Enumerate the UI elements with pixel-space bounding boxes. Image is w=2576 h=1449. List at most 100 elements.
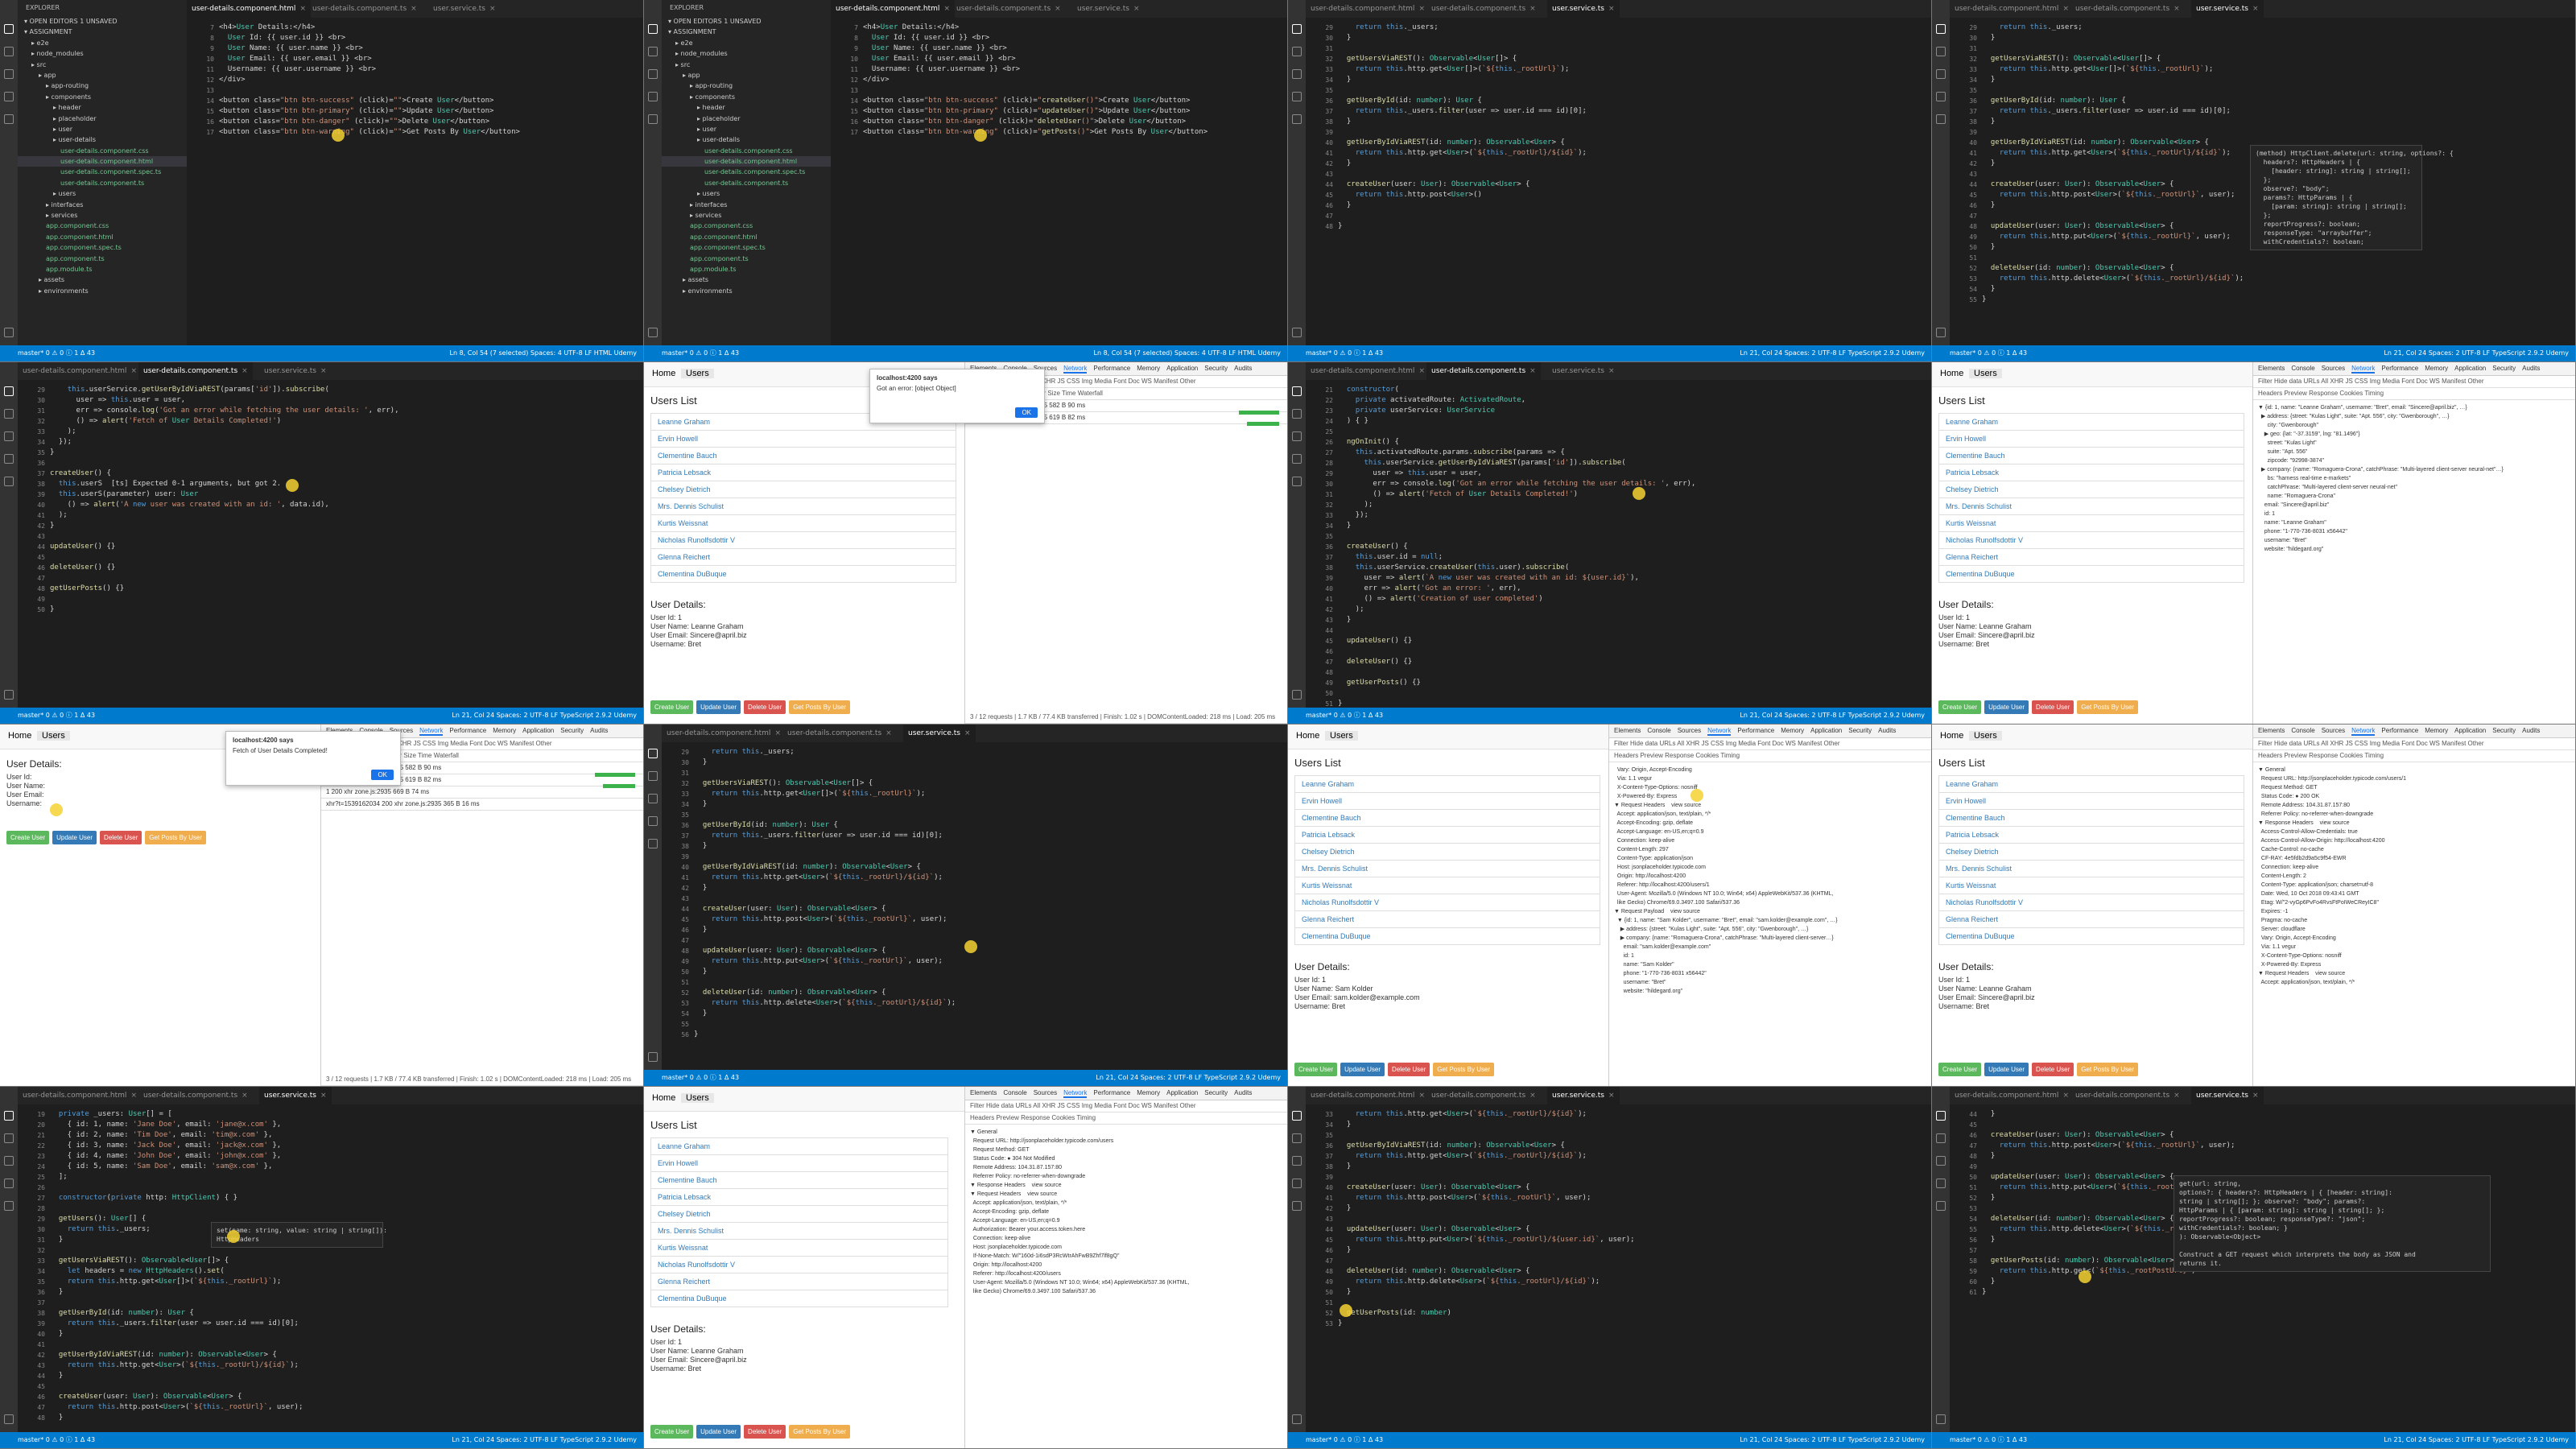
files-icon[interactable] <box>4 24 14 34</box>
user-list-item[interactable]: Nicholas Runolfsdottir V <box>650 532 956 549</box>
source-control-icon[interactable] <box>1936 69 1946 79</box>
close-icon[interactable]: × <box>2174 1092 2180 1100</box>
delete-user-button[interactable]: Delete User <box>100 831 142 844</box>
devtools-tab[interactable]: Elements <box>2258 365 2285 372</box>
code-editor[interactable]: 29 30 31 32 33 34 35 36 37 38 39 40 41 4… <box>1306 18 1931 345</box>
debug-icon[interactable] <box>4 92 14 101</box>
code-text[interactable]: return this._users; } getUsersViaREST():… <box>694 747 1282 1040</box>
close-icon[interactable]: × <box>2174 5 2180 13</box>
status-branch[interactable]: master* 0 ⚠ 0 ⓘ 1 Δ 43 <box>18 1432 95 1448</box>
source-control-icon[interactable] <box>1936 1156 1946 1166</box>
delete-user-button[interactable]: Delete User <box>744 700 786 714</box>
user-list-item[interactable]: Kurtis Weissnat <box>1294 877 1600 894</box>
search-icon[interactable] <box>4 409 14 419</box>
gear-icon[interactable] <box>648 328 658 337</box>
user-list-item[interactable]: Chelsey Dietrich <box>1938 481 2244 498</box>
user-list-item[interactable]: Chelsey Dietrich <box>1938 844 2244 861</box>
nav-home[interactable]: Home <box>652 369 675 378</box>
close-icon[interactable]: × <box>299 5 306 13</box>
search-icon[interactable] <box>1936 1133 1946 1143</box>
folder-item[interactable]: ▸ node_modules <box>18 48 187 59</box>
file-item[interactable]: app.component.spec.ts <box>662 242 831 253</box>
tab-html[interactable]: user-details.component.html × <box>18 1087 142 1104</box>
file-item[interactable]: user-details.component.css <box>18 146 187 156</box>
search-icon[interactable] <box>4 47 14 56</box>
extensions-icon[interactable] <box>4 114 14 124</box>
devtools-tab[interactable]: Application <box>2454 727 2486 734</box>
user-list-item[interactable]: Nicholas Runolfsdottir V <box>1938 532 2244 549</box>
devtools-tab[interactable]: Network <box>1707 727 1732 736</box>
devtools-tab[interactable]: Application <box>1166 365 1198 372</box>
close-icon[interactable]: × <box>1418 5 1425 13</box>
file-item[interactable]: app.component.spec.ts <box>18 242 187 253</box>
tab-service[interactable]: user.service.ts × <box>259 362 332 380</box>
user-list-item[interactable]: Clementine Bauch <box>1938 448 2244 464</box>
folder-item[interactable]: ▸ environments <box>662 286 831 296</box>
folder-item[interactable]: ▸ services <box>662 210 831 221</box>
close-icon[interactable]: × <box>489 5 496 13</box>
user-list-item[interactable]: Clementine Bauch <box>650 448 956 464</box>
close-icon[interactable]: × <box>1133 5 1140 13</box>
devtools-tab[interactable]: Console <box>1003 1089 1026 1096</box>
folder-item[interactable]: ▸ interfaces <box>662 200 831 210</box>
close-icon[interactable]: × <box>1055 5 1061 13</box>
code-editor[interactable]: 21 22 23 24 25 26 27 28 29 30 31 32 33 3… <box>1306 380 1931 708</box>
search-icon[interactable] <box>648 47 658 56</box>
tab-service[interactable]: user.service.ts × <box>1072 0 1145 18</box>
delete-user-button[interactable]: Delete User <box>2032 1063 2074 1076</box>
search-icon[interactable] <box>1292 47 1302 56</box>
user-list-item[interactable]: Clementine Bauch <box>650 1172 948 1189</box>
request-subtabs[interactable]: Headers Preview Response Cookies Timing <box>2253 388 2575 400</box>
code-text[interactable]: private _users: User[] = [ { id: 1, name… <box>50 1109 638 1423</box>
extensions-icon[interactable] <box>4 477 14 486</box>
close-icon[interactable]: × <box>320 367 327 375</box>
files-icon[interactable] <box>648 749 658 758</box>
create-user-button[interactable]: Create User <box>1294 1063 1338 1076</box>
get-posts-button[interactable]: Get Posts By User <box>145 831 207 844</box>
extensions-icon[interactable] <box>1292 114 1302 124</box>
debug-icon[interactable] <box>4 1179 14 1188</box>
extensions-icon[interactable] <box>1292 1201 1302 1211</box>
user-list-item[interactable]: Patricia Lebsack <box>650 464 956 481</box>
file-item[interactable]: app.component.html <box>662 232 831 242</box>
user-list-item[interactable]: Ervin Howell <box>1294 793 1600 810</box>
close-icon[interactable]: × <box>242 367 248 375</box>
tab-ts[interactable]: user-details.component.ts × <box>138 1087 253 1104</box>
open-editors-header[interactable]: ▾ OPEN EDITORS 1 UNSAVED <box>662 16 831 27</box>
close-icon[interactable]: × <box>2062 5 2069 13</box>
user-list-item[interactable]: Leanne Graham <box>1294 775 1600 793</box>
nav-home[interactable]: Home <box>1940 731 1963 741</box>
debug-icon[interactable] <box>1292 92 1302 101</box>
status-position[interactable]: Ln 21, Col 24 Spaces: 2 UTF-8 LF TypeScr… <box>452 708 637 724</box>
status-branch[interactable]: master* 0 ⚠ 0 ⓘ 1 Δ 43 <box>18 345 95 361</box>
folder-item[interactable]: ▸ user-details <box>18 134 187 145</box>
close-icon[interactable]: × <box>2252 1092 2259 1100</box>
close-icon[interactable]: × <box>1418 1092 1425 1100</box>
user-list-item[interactable]: Ervin Howell <box>650 431 956 448</box>
network-row[interactable]: 1 200 xhr zone.js:2935 669 B 74 ms <box>321 786 643 799</box>
tab-html[interactable]: user-details.component.html × <box>1306 0 1430 18</box>
user-list-item[interactable]: Patricia Lebsack <box>1938 464 2244 481</box>
file-item[interactable]: user-details.component.css <box>662 146 831 156</box>
update-user-button[interactable]: Update User <box>1984 700 2029 714</box>
user-list-item[interactable]: Mrs. Dennis Schulist <box>650 498 956 515</box>
tab-service[interactable]: user.service.ts × <box>428 0 501 18</box>
user-list-item[interactable]: Clementina DuBuque <box>1938 928 2244 945</box>
tab-ts[interactable]: user-details.component.ts × <box>1426 1087 1541 1104</box>
search-icon[interactable] <box>4 1133 14 1143</box>
devtools-tab[interactable]: Performance <box>449 727 486 734</box>
devtools-tab[interactable]: Security <box>560 727 584 734</box>
devtools-tab[interactable]: Memory <box>2425 727 2448 734</box>
close-icon[interactable]: × <box>1608 5 1615 13</box>
create-user-button[interactable]: Create User <box>650 1425 694 1439</box>
close-icon[interactable]: × <box>886 729 892 737</box>
gear-icon[interactable] <box>1292 328 1302 337</box>
devtools-tab[interactable]: Security <box>2492 727 2516 734</box>
user-list-item[interactable]: Clementine Bauch <box>1294 810 1600 827</box>
user-list-item[interactable]: Leanne Graham <box>1938 413 2244 431</box>
devtools-tab[interactable]: Performance <box>1737 727 1774 734</box>
devtools-tab[interactable]: Security <box>1204 365 1228 372</box>
nav-users[interactable]: Users <box>37 731 70 741</box>
delete-user-button[interactable]: Delete User <box>1388 1063 1430 1076</box>
source-control-icon[interactable] <box>4 69 14 79</box>
